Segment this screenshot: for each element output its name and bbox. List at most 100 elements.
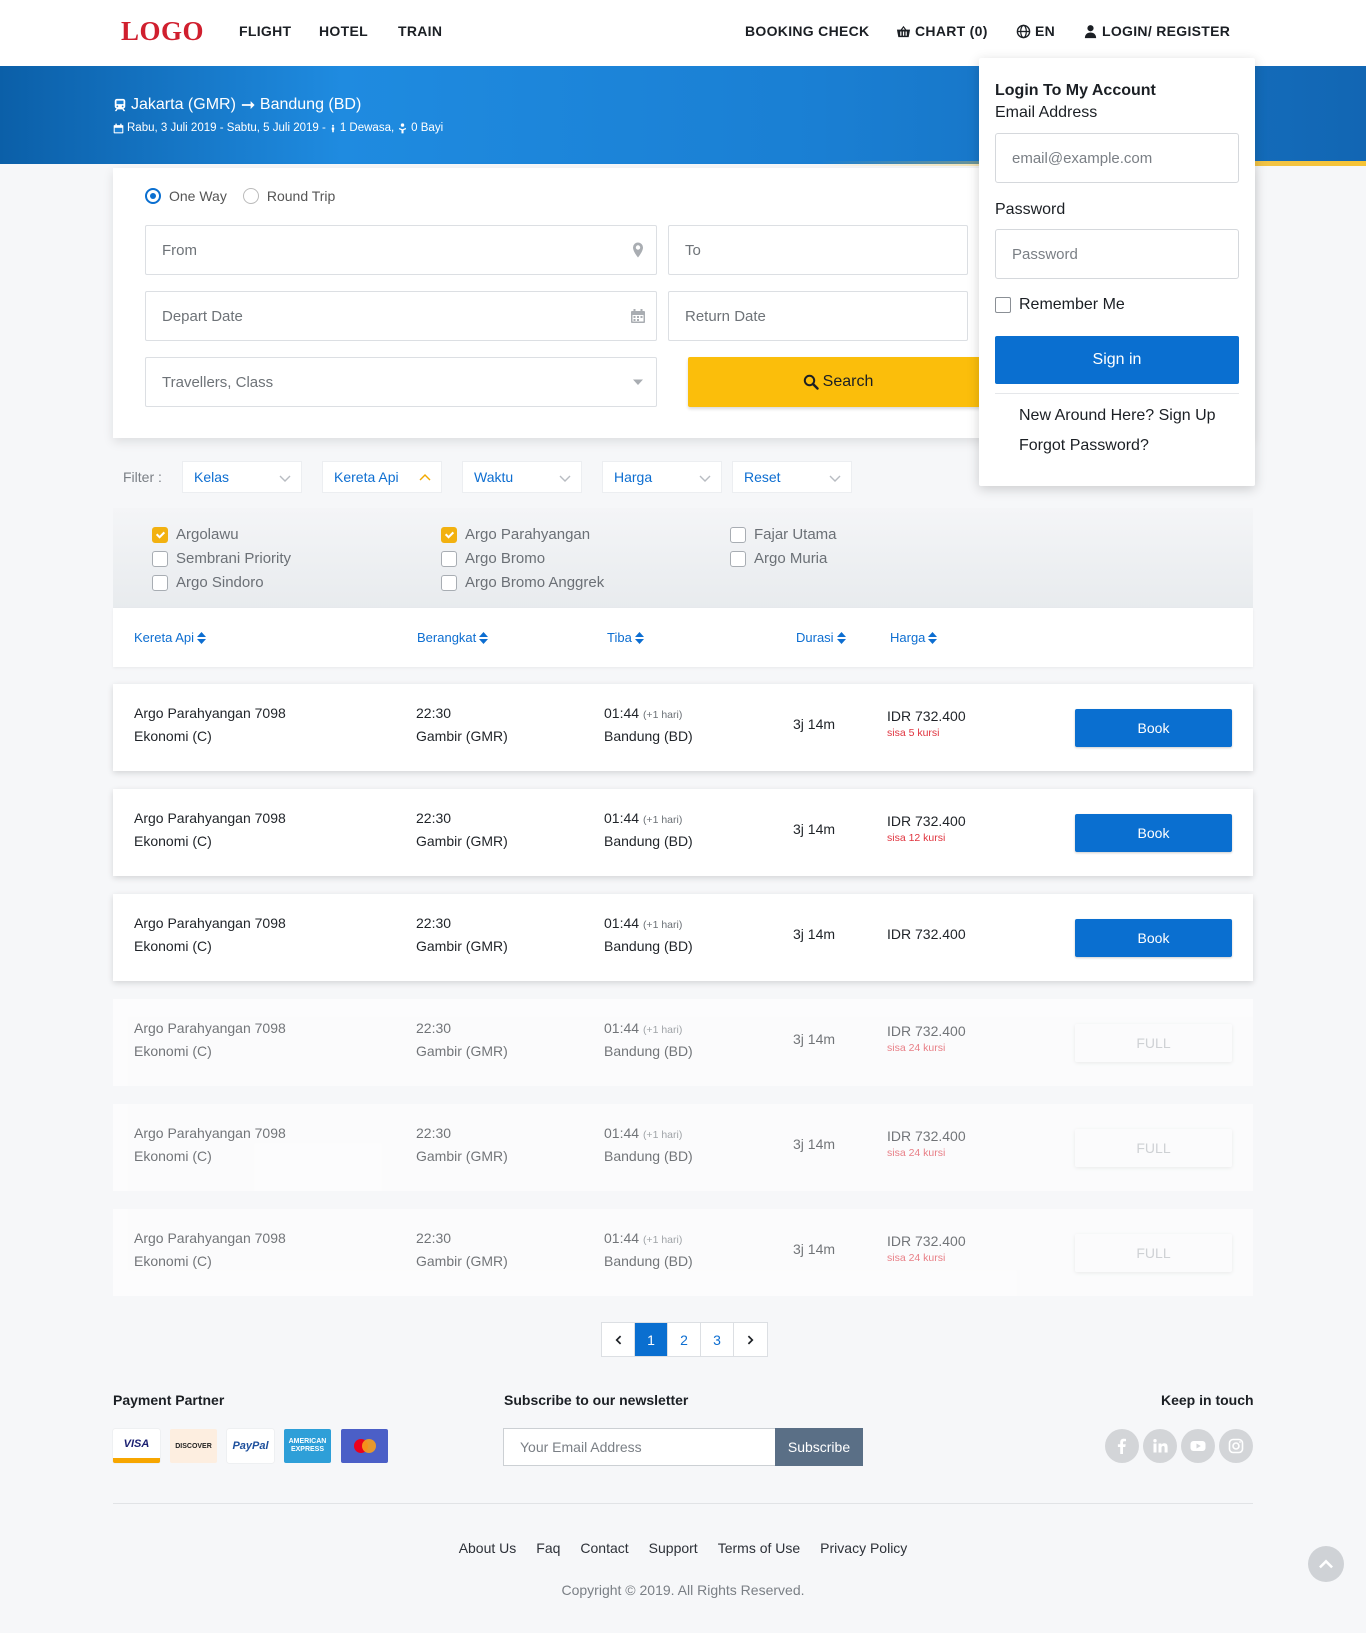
- filter-kelas[interactable]: Kelas: [182, 461, 302, 493]
- trip-dates: Rabu, 3 Juli 2019 - Sabtu, 5 Juli 2019 -: [127, 122, 326, 134]
- from-input[interactable]: From: [145, 225, 657, 275]
- arrival-time: 01:44 (+1 hari): [604, 1230, 682, 1246]
- filter-harga[interactable]: Harga: [602, 461, 722, 493]
- nav-train[interactable]: TRAIN: [398, 23, 442, 39]
- arrival-time: 01:44 (+1 hari): [604, 705, 682, 721]
- departure-station: Gambir (GMR): [416, 833, 508, 849]
- footer-link-support[interactable]: Support: [649, 1540, 698, 1556]
- depart-date-input[interactable]: Depart Date: [145, 291, 657, 341]
- email-label: Email Address: [995, 104, 1098, 121]
- nav-login-register[interactable]: LOGIN/ REGISTER: [1083, 23, 1230, 39]
- subscribe-button[interactable]: Subscribe: [775, 1428, 863, 1466]
- train-option-argo-bromo[interactable]: Argo Bromo: [441, 550, 545, 567]
- train-option-sembrani-priority[interactable]: Sembrani Priority: [152, 550, 291, 567]
- travellers-class-select[interactable]: Travellers, Class: [145, 357, 657, 407]
- instagram-link[interactable]: [1219, 1429, 1253, 1463]
- prev-page-button[interactable]: [602, 1323, 635, 1356]
- page-3-button[interactable]: 3: [701, 1323, 734, 1356]
- filter-kereta-api[interactable]: Kereta Api: [322, 461, 442, 493]
- full-button: FULL: [1075, 1129, 1232, 1167]
- column-header-label: Kereta Api: [134, 630, 194, 645]
- footer-link-contact[interactable]: Contact: [580, 1540, 628, 1556]
- basket-icon: [896, 25, 911, 37]
- footer-link-terms[interactable]: Terms of Use: [718, 1540, 800, 1556]
- footer-link-about[interactable]: About Us: [459, 1540, 517, 1556]
- footer-link-privacy[interactable]: Privacy Policy: [820, 1540, 907, 1556]
- password-field[interactable]: Password: [995, 229, 1239, 279]
- nav-language[interactable]: EN: [1016, 23, 1055, 39]
- round-trip-radio[interactable]: Round Trip: [242, 188, 336, 204]
- sort-kereta-api[interactable]: Kereta Api: [134, 630, 206, 645]
- train-option-argo-muria[interactable]: Argo Muria: [730, 550, 827, 567]
- email-field[interactable]: email@example.com: [995, 133, 1239, 183]
- signup-link[interactable]: New Around Here? Sign Up: [1019, 407, 1216, 425]
- sort-harga[interactable]: Harga: [890, 630, 938, 645]
- return-placeholder: Return Date: [685, 307, 766, 325]
- sort-berangkat[interactable]: Berangkat: [417, 630, 489, 645]
- arrival-time-value: 01:44: [604, 1125, 640, 1141]
- nav-booking-check[interactable]: BOOKING CHECK: [745, 23, 869, 39]
- nav-flight[interactable]: FLIGHT: [239, 23, 291, 39]
- adult-icon: [331, 124, 335, 132]
- nav-hotel[interactable]: HOTEL: [319, 23, 368, 39]
- price: IDR 732.400: [887, 1128, 966, 1144]
- logo[interactable]: LOGO: [121, 16, 204, 47]
- chevron-down-icon: [559, 475, 571, 482]
- arrival-time-value: 01:44: [604, 705, 640, 721]
- return-date-input[interactable]: Return Date: [668, 291, 968, 341]
- to-input[interactable]: To: [668, 225, 968, 275]
- next-day-hint: (+1 hari): [642, 919, 683, 931]
- forgot-password-link[interactable]: Forgot Password?: [1019, 437, 1149, 455]
- table-row: Argo Parahyangan 7098 Ekonomi (C) 22:30 …: [113, 999, 1253, 1086]
- scroll-to-top-button[interactable]: [1308, 1546, 1344, 1582]
- nav-chart-label: CHART (0): [915, 23, 988, 39]
- search-button[interactable]: Search: [688, 357, 988, 407]
- next-page-button[interactable]: [734, 1323, 767, 1356]
- search-button-label: Search: [822, 373, 874, 390]
- book-button[interactable]: Book: [1075, 919, 1232, 957]
- train-option-argo-sindoro[interactable]: Argo Sindoro: [152, 574, 264, 591]
- chevron-down-icon: [829, 475, 841, 482]
- top-navbar: LOGO FLIGHT HOTEL TRAIN BOOKING CHECK CH…: [0, 0, 1366, 66]
- train-option-label: Fajar Utama: [754, 526, 837, 543]
- train-option-argo-bromo-anggrek[interactable]: Argo Bromo Anggrek: [441, 574, 604, 591]
- youtube-link[interactable]: [1181, 1429, 1215, 1463]
- filter-reset[interactable]: Reset: [732, 461, 852, 493]
- search-icon: [803, 374, 819, 390]
- arrival-time-value: 01:44: [604, 1230, 640, 1246]
- train-option-fajar-utama[interactable]: Fajar Utama: [730, 526, 837, 543]
- one-way-radio[interactable]: One Way: [145, 188, 227, 204]
- newsletter-placeholder: Your Email Address: [520, 1439, 642, 1455]
- duration: 3j 14m: [793, 1241, 836, 1257]
- footer-link-faq[interactable]: Faq: [536, 1540, 560, 1556]
- map-marker-icon: [633, 242, 643, 258]
- train-option-argolawu[interactable]: Argolawu: [152, 526, 239, 543]
- arrival-time: 01:44 (+1 hari): [604, 1125, 682, 1141]
- checkbox: [441, 574, 457, 591]
- page-1-button[interactable]: 1: [635, 1323, 668, 1356]
- train-option-argo-parahyangan[interactable]: Argo Parahyangan: [441, 526, 590, 543]
- paypal-logo: PayPal: [227, 1429, 274, 1463]
- filter-kelas-label: Kelas: [194, 469, 230, 485]
- duration: 3j 14m: [793, 716, 836, 732]
- sign-in-button[interactable]: Sign in: [995, 336, 1239, 384]
- round-trip-label: Round Trip: [266, 188, 336, 204]
- newsletter-email-input[interactable]: Your Email Address: [503, 1428, 775, 1466]
- arrival-time: 01:44 (+1 hari): [604, 915, 682, 931]
- filter-waktu[interactable]: Waktu: [462, 461, 582, 493]
- train-option-label: Argo Bromo: [465, 550, 546, 567]
- next-day-hint: (+1 hari): [642, 709, 683, 721]
- remember-me-checkbox[interactable]: Remember Me: [995, 296, 1125, 314]
- sort-durasi[interactable]: Durasi: [796, 630, 846, 645]
- sort-tiba[interactable]: Tiba: [607, 630, 644, 645]
- book-button[interactable]: Book: [1075, 709, 1232, 747]
- filter-reset-label: Reset: [744, 469, 781, 485]
- linkedin-link[interactable]: [1143, 1429, 1177, 1463]
- mastercard-circles-icon: [353, 1439, 376, 1453]
- nav-chart[interactable]: CHART (0): [896, 23, 988, 39]
- book-button[interactable]: Book: [1075, 814, 1232, 852]
- facebook-link[interactable]: [1105, 1429, 1139, 1463]
- footer-links: About Us Faq Contact Support Terms of Us…: [0, 1540, 1366, 1556]
- page-2-button[interactable]: 2: [668, 1323, 701, 1356]
- chevron-right-icon: [747, 1335, 753, 1344]
